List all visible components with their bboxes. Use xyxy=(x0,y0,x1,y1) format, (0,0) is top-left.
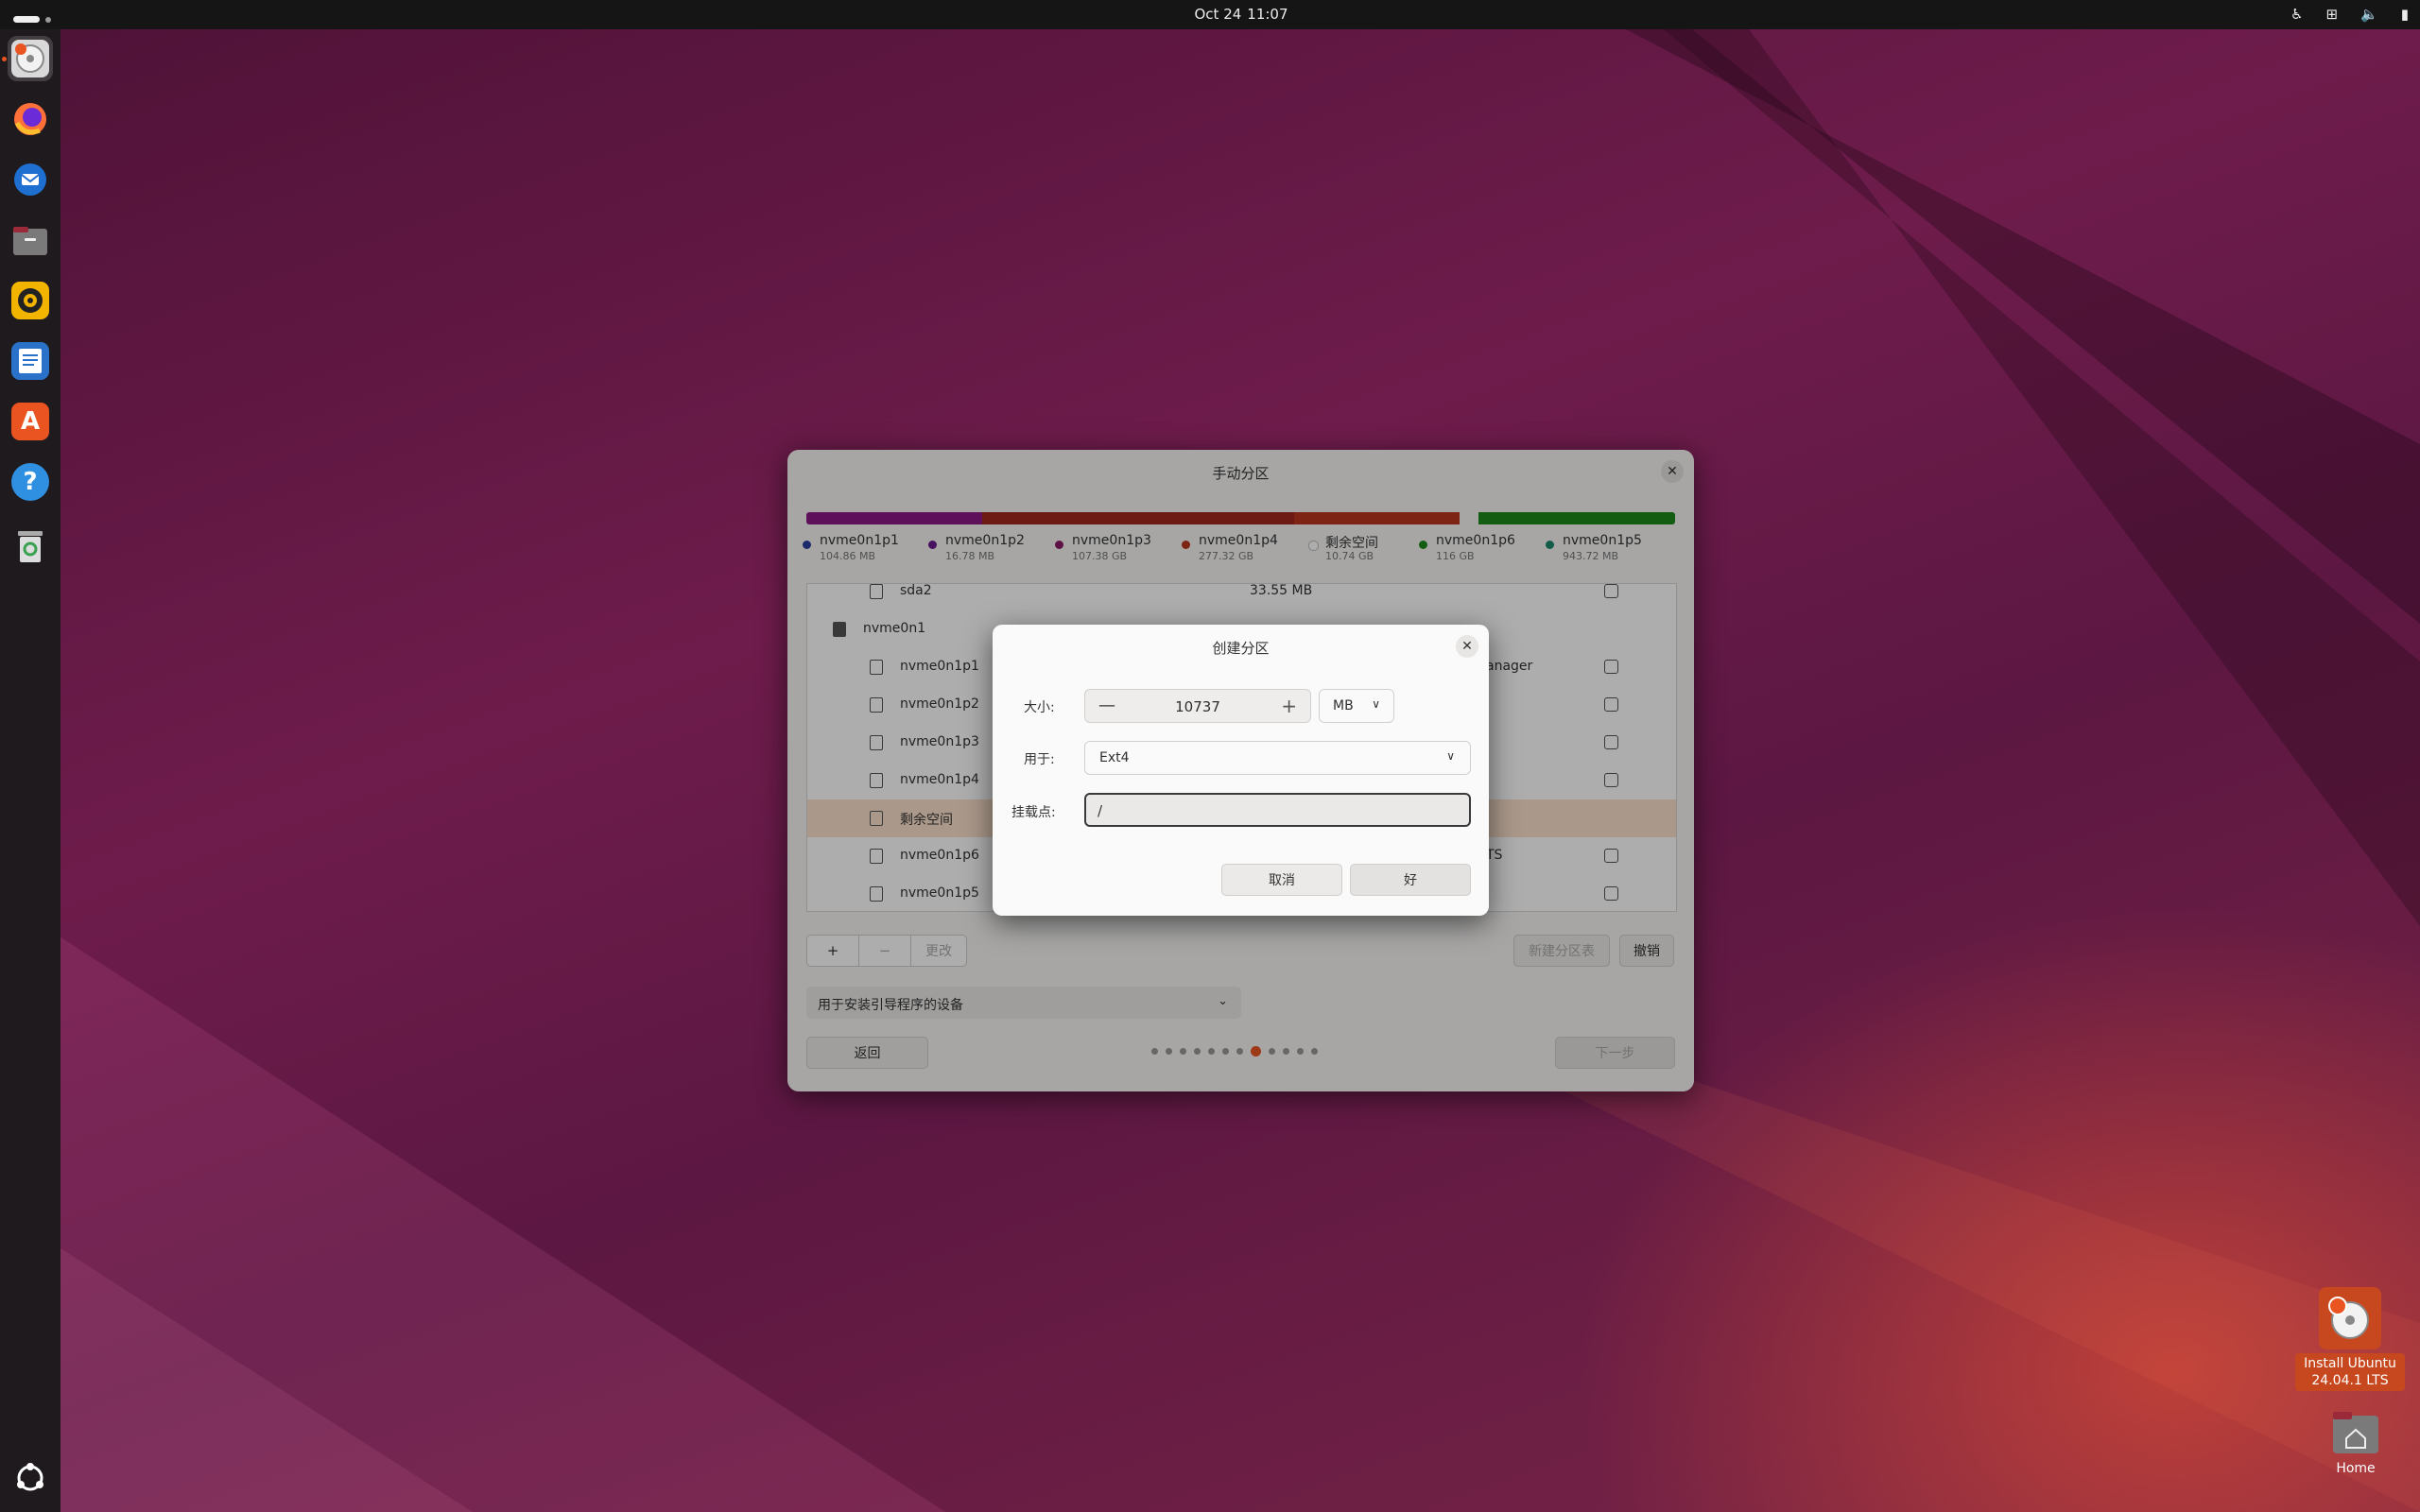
filesystem-dropdown[interactable]: Ext4 ∨ xyxy=(1084,741,1471,775)
dock-item-help[interactable]: ? xyxy=(8,459,53,505)
show-apps-icon xyxy=(11,1459,49,1497)
clock[interactable]: Oct 24 11:07 xyxy=(0,6,2420,23)
create-partition-dialog: 创建分区 ✕ 大小: — 10737 + MB ∨ 用于: Ext4 ∨ 挂载点… xyxy=(993,625,1489,916)
document-icon xyxy=(11,342,49,380)
install-ubuntu-label: Install Ubuntu 24.04.1 LTS xyxy=(2295,1353,2405,1391)
desktop-icon-home[interactable]: Home xyxy=(2314,1410,2397,1476)
ok-button[interactable]: 好 xyxy=(1350,864,1471,896)
installer-disk-icon xyxy=(11,40,49,77)
installer-disk-icon xyxy=(2319,1287,2381,1349)
volume-icon[interactable]: 🔈 xyxy=(2360,6,2378,23)
folder-icon xyxy=(11,221,49,259)
dock-item-installer[interactable] xyxy=(8,36,53,81)
size-stepper[interactable]: — 10737 + xyxy=(1084,689,1311,723)
running-indicator xyxy=(2,57,7,61)
dock-item-files[interactable] xyxy=(8,217,53,263)
size-unit-value: MB xyxy=(1333,698,1354,713)
chevron-down-icon: ∨ xyxy=(1372,697,1380,711)
dock-item-firefox[interactable] xyxy=(8,96,53,142)
accessibility-icon[interactable]: ♿ xyxy=(2290,6,2303,23)
dock-item-app-center[interactable]: A xyxy=(8,399,53,444)
home-label: Home xyxy=(2336,1461,2376,1476)
store-icon: A xyxy=(11,403,49,440)
close-icon: ✕ xyxy=(1461,639,1473,654)
cancel-button[interactable]: 取消 xyxy=(1221,864,1342,896)
size-unit-dropdown[interactable]: MB ∨ xyxy=(1319,689,1394,723)
trash-icon xyxy=(11,527,49,565)
show-apps-button[interactable] xyxy=(8,1455,53,1501)
clock-date: Oct 24 xyxy=(1194,6,1242,23)
dialog-title: 创建分区 xyxy=(1212,640,1270,657)
question-icon: ? xyxy=(11,463,49,501)
top-bar: Oct 24 11:07 ♿ ⊞ 🔈 ▮ xyxy=(0,0,2420,29)
size-label: 大小: xyxy=(1024,700,1055,715)
install-label-line1: Install Ubuntu xyxy=(2304,1356,2396,1371)
dock-item-rhythmbox[interactable] xyxy=(8,278,53,323)
thunderbird-icon xyxy=(11,161,49,198)
dock-item-thunderbird[interactable] xyxy=(8,157,53,202)
system-tray[interactable]: ♿ ⊞ 🔈 ▮ xyxy=(2290,6,2409,23)
network-icon[interactable]: ⊞ xyxy=(2325,6,2338,23)
battery-icon[interactable]: ▮ xyxy=(2401,6,2409,23)
dock-item-writer[interactable] xyxy=(8,338,53,384)
home-folder-icon xyxy=(2330,1410,2381,1455)
dialog-close-button[interactable]: ✕ xyxy=(1456,635,1478,658)
use-as-label: 用于: xyxy=(1024,752,1055,767)
desktop-icon-install-ubuntu[interactable]: Install Ubuntu 24.04.1 LTS xyxy=(2295,1287,2405,1391)
filesystem-value: Ext4 xyxy=(1099,750,1130,765)
dock-item-trash[interactable] xyxy=(8,524,53,569)
mount-point-label: 挂载点: xyxy=(1011,805,1056,820)
firefox-icon xyxy=(11,100,49,138)
increase-button[interactable]: + xyxy=(1281,695,1297,717)
clock-time: 11:07 xyxy=(1247,6,1288,23)
mount-point-input[interactable] xyxy=(1098,802,1447,819)
speaker-icon xyxy=(11,282,49,319)
size-value[interactable]: 10737 xyxy=(1085,698,1310,715)
dock: A ? xyxy=(0,29,60,1512)
install-label-line2: 24.04.1 LTS xyxy=(2311,1373,2389,1388)
chevron-down-icon: ∨ xyxy=(1446,749,1455,763)
mount-point-field[interactable] xyxy=(1084,793,1471,827)
